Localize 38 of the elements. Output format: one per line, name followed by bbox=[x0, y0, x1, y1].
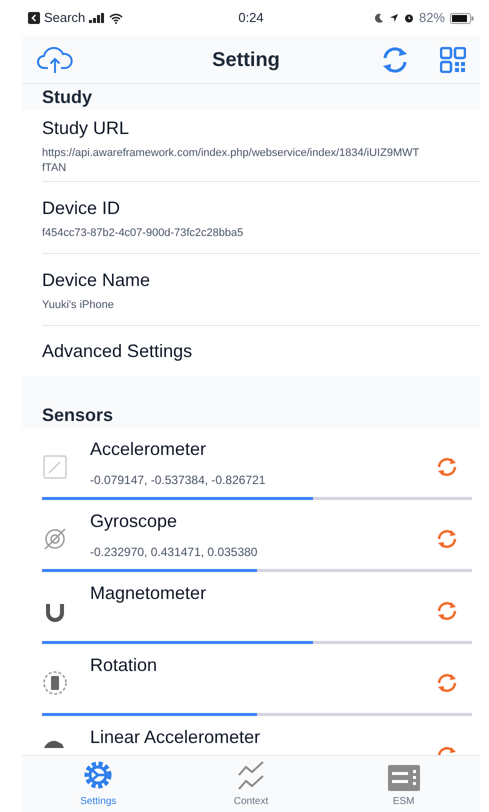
refresh-icon[interactable] bbox=[436, 600, 458, 622]
phone-rotation-icon bbox=[42, 670, 68, 696]
wifi-icon bbox=[109, 12, 124, 24]
screen-title: Setting bbox=[211, 48, 281, 72]
settings-row[interactable]: Device ID f454cc73-87b2-4c07-900d-73fc2c28bba5 bbox=[42, 182, 480, 254]
battery-percent: 82% bbox=[418, 9, 445, 28]
sensor-reading: -0.079147, -0.537384, -0.826721 bbox=[90, 472, 266, 489]
back-icon[interactable] bbox=[28, 12, 40, 24]
location-icon bbox=[388, 13, 399, 23]
signal-icon bbox=[89, 13, 106, 23]
tab[interactable]: ESM bbox=[392, 794, 415, 809]
moon-icon bbox=[374, 13, 384, 23]
line-chart-icon bbox=[237, 761, 265, 791]
section-header: Study bbox=[42, 86, 92, 109]
clock-text: 0:24 bbox=[237, 9, 265, 28]
gyroscope-icon bbox=[42, 526, 68, 552]
refresh-icon[interactable] bbox=[436, 528, 458, 550]
settings-row[interactable]: Advanced Settings bbox=[42, 326, 480, 376]
settings-row[interactable]: Device Name Yuuki's iPhone bbox=[42, 254, 480, 326]
sensor-reading: -0.232970, 0.431471, 0.035380 bbox=[90, 544, 258, 561]
sensor-name: Accelerometer bbox=[90, 438, 208, 461]
sensor-name: Magnetometer bbox=[90, 582, 208, 605]
back-label[interactable]: Search bbox=[44, 8, 86, 28]
section-header: Sensors bbox=[42, 404, 114, 426]
gear-icon bbox=[82, 759, 114, 791]
tab[interactable]: Context bbox=[234, 794, 268, 809]
refresh-icon[interactable] bbox=[436, 456, 458, 478]
settings-row[interactable]: Study URL https://api.awareframework.com/index.php/webservice/index/1834/iUIZ9MWTfTAN bbox=[42, 110, 480, 182]
sensor-name: Rotation bbox=[90, 654, 158, 677]
alarm-icon bbox=[404, 13, 414, 23]
battery-icon bbox=[450, 12, 474, 24]
sensor-name: Linear Accelerometer bbox=[90, 726, 262, 749]
cloud-upload-icon[interactable] bbox=[36, 44, 74, 74]
tab[interactable]: Settings bbox=[80, 794, 116, 809]
refresh-icon[interactable] bbox=[436, 672, 458, 694]
qr-code-icon[interactable] bbox=[440, 46, 466, 72]
form-icon bbox=[388, 765, 420, 791]
sensor-name: Gyroscope bbox=[90, 510, 178, 533]
